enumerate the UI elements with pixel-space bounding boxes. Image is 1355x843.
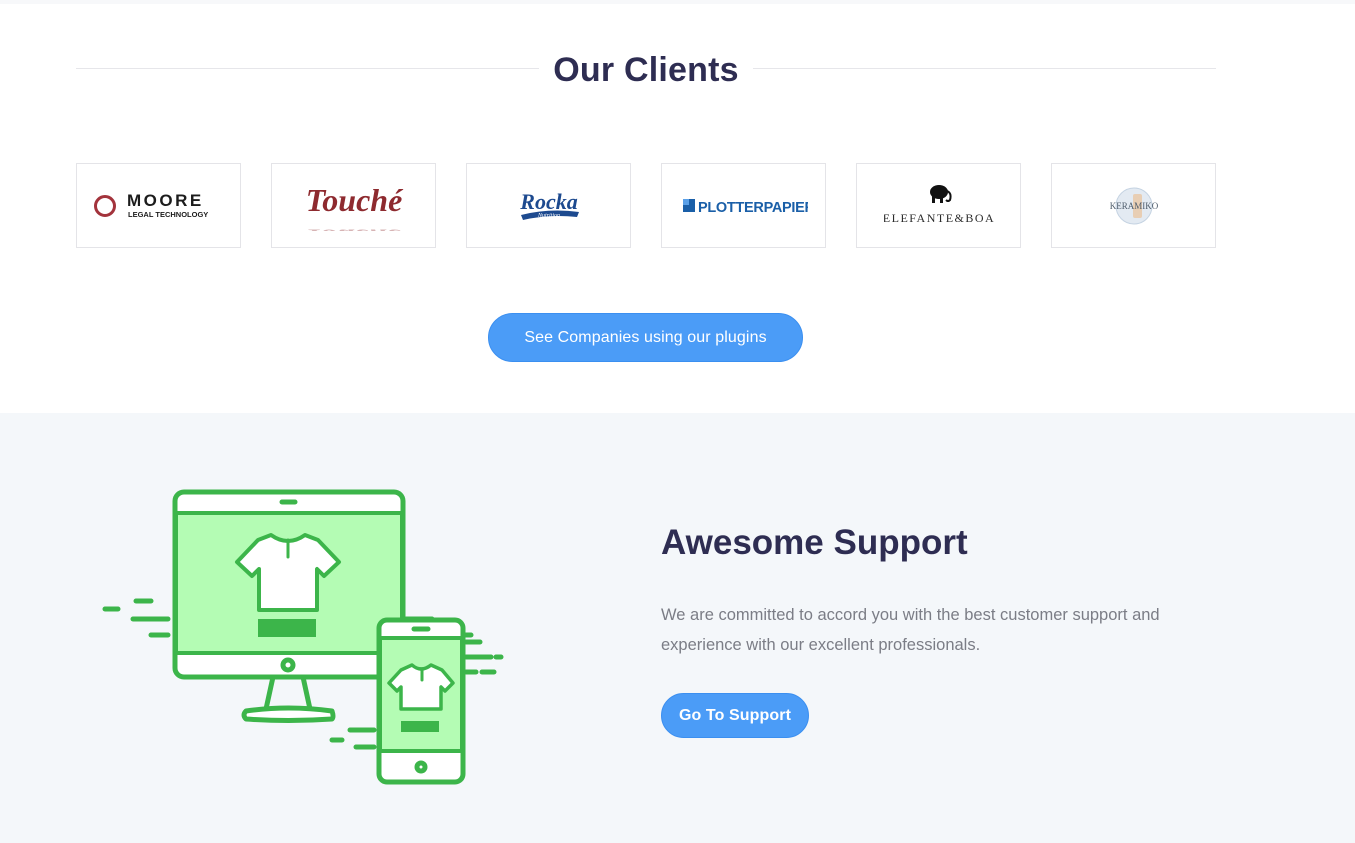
rocka-logo: Rocka Nutrition	[519, 189, 579, 220]
see-companies-button[interactable]: See Companies using our plugins	[488, 313, 803, 362]
svg-text:KERAMIKO: KERAMIKO	[1109, 201, 1158, 211]
clients-title: Our Clients	[76, 48, 1216, 92]
svg-text:Rocka: Rocka	[519, 189, 577, 214]
elefante-boa-logo: ELEFANTE&BOA	[884, 184, 994, 225]
svg-text:LEGAL TECHNOLOGY: LEGAL TECHNOLOGY	[128, 210, 208, 219]
client-logo-rocka[interactable]: Rocka Nutrition	[466, 163, 631, 248]
clients-title-row: Our Clients	[76, 48, 1216, 90]
go-to-support-button[interactable]: Go To Support	[661, 693, 809, 738]
support-section: Awesome Support We are committed to acco…	[0, 413, 1355, 843]
devices-tshirt-icon	[102, 489, 504, 785]
support-title: Awesome Support	[661, 523, 968, 562]
svg-text:Nutrition: Nutrition	[536, 213, 559, 219]
moore-logo: MOORE LEGAL TECHNOLOGY	[93, 191, 208, 219]
support-description: We are committed to accord you with the …	[661, 606, 1160, 654]
client-logo-keramiko[interactable]: KERAMIKO	[1051, 163, 1216, 248]
client-logos: MOORE LEGAL TECHNOLOGY Touché Touché Roc…	[76, 163, 1216, 248]
plotterpapier-logo: PLOTTERPAPIER	[682, 198, 808, 216]
touche-logo: Touché Touché	[305, 182, 403, 231]
svg-text:Touché: Touché	[305, 226, 403, 231]
svg-text:ELEFANTE&BOA: ELEFANTE&BOA	[884, 211, 994, 225]
elephant-icon	[929, 184, 952, 203]
client-logo-touche[interactable]: Touché Touché	[271, 163, 436, 248]
client-logo-moore[interactable]: MOORE LEGAL TECHNOLOGY	[76, 163, 241, 248]
client-logo-plotterpapier[interactable]: PLOTTERPAPIER	[661, 163, 826, 248]
clients-section: Our Clients MOORE LEGAL TECHNOLOGY Touch…	[0, 0, 1355, 413]
svg-text:PLOTTERPAPIER: PLOTTERPAPIER	[698, 200, 808, 216]
client-logo-elefante-boa[interactable]: ELEFANTE&BOA	[856, 163, 1021, 248]
svg-text:MOORE: MOORE	[127, 191, 204, 210]
top-divider	[0, 0, 1355, 4]
svg-text:Touché: Touché	[305, 182, 403, 218]
keramiko-logo: KERAMIKO	[1109, 187, 1158, 224]
